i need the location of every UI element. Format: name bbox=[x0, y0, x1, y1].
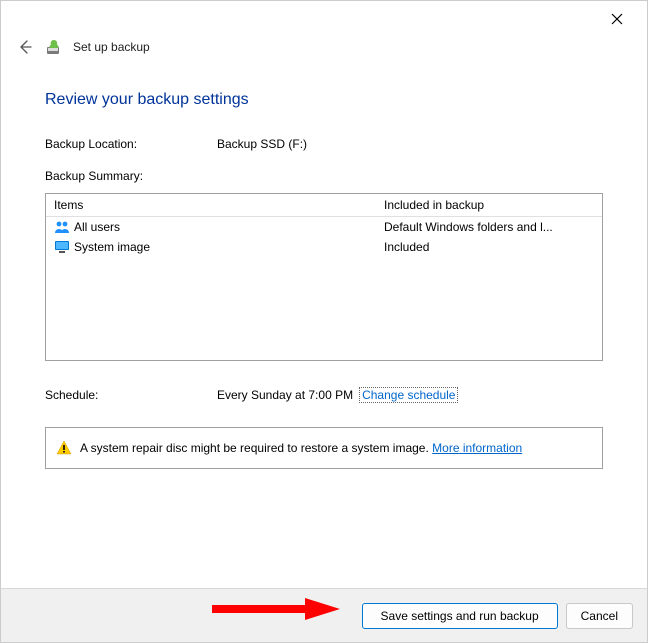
table-header: Items Included in backup bbox=[46, 194, 602, 217]
warning-icon bbox=[56, 440, 72, 456]
backup-wizard-icon bbox=[45, 38, 63, 56]
row-included-value: Included bbox=[384, 240, 594, 254]
schedule-value: Every Sunday at 7:00 PM bbox=[217, 388, 353, 402]
change-schedule-link[interactable]: Change schedule bbox=[359, 387, 458, 403]
notice-text: A system repair disc might be required t… bbox=[80, 441, 522, 455]
backup-location-label: Backup Location: bbox=[45, 137, 217, 151]
column-items: Items bbox=[54, 198, 384, 212]
page-heading: Review your backup settings bbox=[45, 91, 603, 109]
users-icon bbox=[54, 219, 70, 235]
more-information-link[interactable]: More information bbox=[432, 441, 522, 455]
row-included-value: Default Windows folders and l... bbox=[384, 220, 594, 234]
backup-summary-label: Backup Summary: bbox=[45, 169, 603, 183]
table-row[interactable]: All users Default Windows folders and l.… bbox=[46, 217, 602, 237]
close-icon bbox=[611, 13, 623, 25]
summary-table: Items Included in backup All users bbox=[45, 193, 603, 361]
window-title: Set up backup bbox=[73, 40, 150, 54]
save-and-run-button[interactable]: Save settings and run backup bbox=[362, 603, 558, 629]
table-row[interactable]: System image Included bbox=[46, 237, 602, 257]
backup-location-value: Backup SSD (F:) bbox=[217, 137, 603, 151]
setup-backup-window: Set up backup Review your backup setting… bbox=[0, 0, 648, 643]
column-included: Included in backup bbox=[384, 198, 594, 212]
cancel-button[interactable]: Cancel bbox=[566, 603, 633, 629]
row-item-label: System image bbox=[74, 240, 150, 254]
row-item-label: All users bbox=[74, 220, 120, 234]
notice-box: A system repair disc might be required t… bbox=[45, 427, 603, 469]
close-button[interactable] bbox=[597, 5, 637, 33]
backup-location-row: Backup Location: Backup SSD (F:) bbox=[45, 137, 603, 151]
footer: Save settings and run backup Cancel bbox=[1, 588, 647, 642]
titlebar bbox=[1, 1, 647, 37]
header-row: Set up backup bbox=[1, 37, 647, 67]
monitor-icon bbox=[54, 239, 70, 255]
schedule-row: Schedule: Every Sunday at 7:00 PM Change… bbox=[45, 387, 603, 403]
back-button[interactable] bbox=[15, 37, 35, 57]
back-arrow-icon bbox=[17, 39, 33, 55]
schedule-label: Schedule: bbox=[45, 388, 217, 402]
content-area: Review your backup settings Backup Locat… bbox=[1, 67, 647, 588]
